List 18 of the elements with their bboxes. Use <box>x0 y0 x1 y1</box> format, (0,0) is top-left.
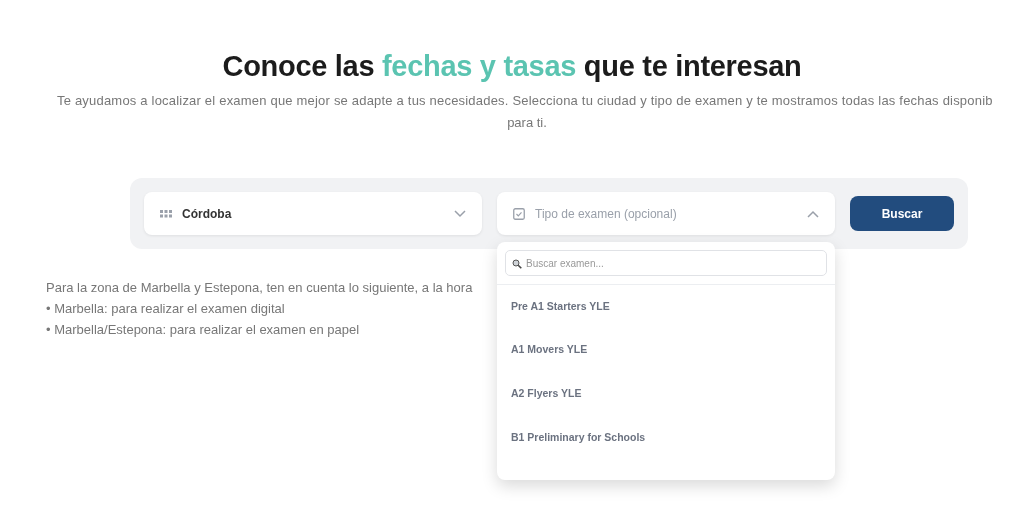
search-button[interactable]: Buscar <box>850 196 954 231</box>
chevron-up-icon <box>807 209 819 218</box>
exam-type-select[interactable]: Tipo de examen (opcional) <box>497 192 835 235</box>
city-select[interactable]: Córdoba <box>144 192 482 235</box>
intro-text: para ti. <box>506 115 548 130</box>
exam-option[interactable]: B1 Preliminary for Schools <box>497 414 835 459</box>
checkbox-icon <box>513 207 525 220</box>
exam-search-field[interactable]: Buscar examen... <box>505 250 827 276</box>
note-text: Para la zona de Marbella y Estepona, ten en cuenta lo siguiente, a la hora <box>46 279 473 297</box>
exam-option[interactable]: Pre A1 Starters YLE <box>497 284 835 328</box>
page-heading: Conoce las fechas y tasas que te interesan <box>221 49 803 83</box>
exam-option[interactable]: A1 Movers YLE <box>497 327 835 372</box>
chevron-down-icon <box>454 209 466 218</box>
note-text: • Marbella/Estepona: para realizar el examen en papel <box>46 321 360 339</box>
exam-option[interactable]: A2 Flyers YLE <box>497 371 835 415</box>
intro-text: Te ayudamos a localizar el examen que mejor se adapte a tus necesidades. Selecciona tu ciudad y tipo de examen y te mostramos todas las fechas disponib <box>56 93 994 108</box>
note-text: • Marbella: para realizar el examen digital <box>46 300 285 318</box>
grid-icon <box>160 209 172 218</box>
